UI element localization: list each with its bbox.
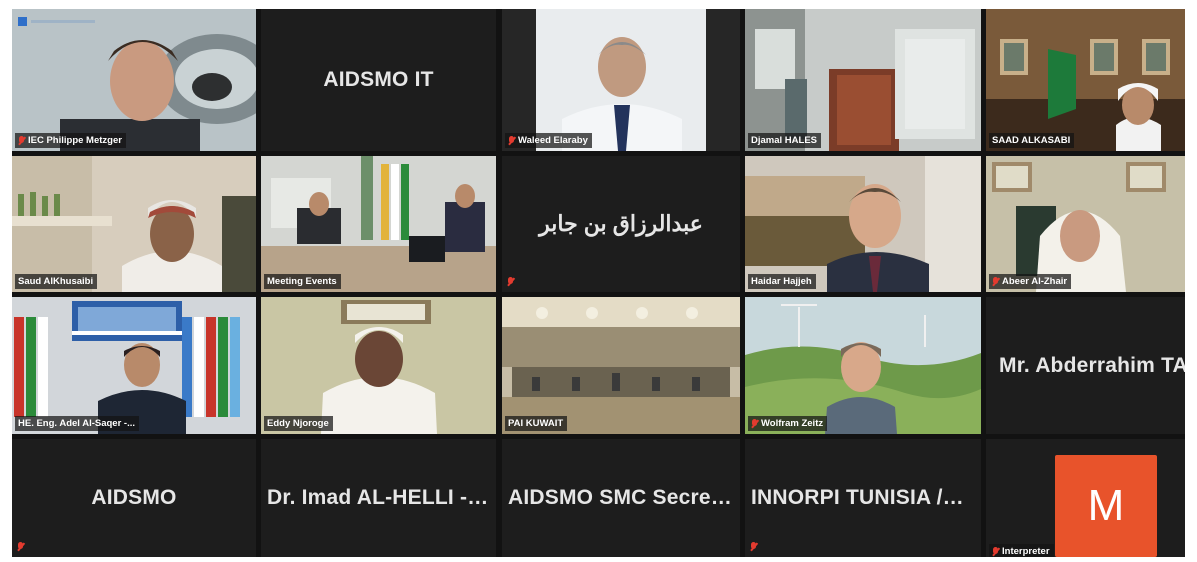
- participant-tile-adel[interactable]: HE. Eng. Adel Al-Saqer -...: [12, 297, 256, 434]
- participant-display-name: AIDSMO IT: [323, 68, 434, 91]
- participant-display-name: AIDSMO: [91, 486, 177, 509]
- participant-tile-djamal[interactable]: Djamal HALES: [745, 9, 981, 151]
- participant-display-name: AIDSMO SMC Secret...: [508, 486, 737, 509]
- participant-display-name: Dr. Imad AL-HELLI - A...: [267, 486, 496, 509]
- participant-name-label: SAAD ALKASABI: [989, 133, 1075, 148]
- avatar: M: [1055, 455, 1157, 557]
- participant-tile-interpreter[interactable]: M Interpreter: [986, 439, 1185, 557]
- muted-mic-icon: [751, 419, 758, 428]
- channel-logo: [18, 17, 95, 26]
- muted-mic-icon: [992, 547, 999, 556]
- participant-display-name: عبدالرزاق بن جابر: [539, 211, 703, 236]
- participant-video: [745, 156, 981, 292]
- participant-tile-haidar[interactable]: Haidar Hajjeh: [745, 156, 981, 292]
- participant-video: [12, 9, 256, 151]
- video-gallery-grid: IEC Philippe Metzger AIDSMO IT Waleed El…: [12, 9, 1185, 557]
- participant-video: [12, 156, 256, 292]
- participant-name-label: Waleed Elaraby: [505, 133, 592, 148]
- participant-tile-pai[interactable]: PAI KUWAIT: [502, 297, 740, 434]
- participant-tile-smc[interactable]: AIDSMO SMC Secret...: [502, 439, 740, 557]
- participant-name-label: PAI KUWAIT: [505, 416, 568, 431]
- participant-name-label: Saud AlKhusaibi: [15, 274, 98, 289]
- participant-video: [12, 297, 256, 434]
- participant-name-label: Abeer Al-Zhair: [989, 274, 1072, 289]
- participant-name-label: Eddy Njoroge: [264, 416, 333, 431]
- muted-mic-icon: [508, 136, 515, 145]
- participant-name-label: Haidar Hajjeh: [748, 274, 816, 289]
- participant-tile-aidsmo[interactable]: AIDSMO: [12, 439, 256, 557]
- participant-video: [502, 9, 740, 151]
- participant-name-label: Djamal HALES: [748, 133, 821, 148]
- participant-video: [986, 9, 1185, 151]
- participant-tile-eddy-active-speaker[interactable]: Eddy Njoroge: [261, 297, 496, 434]
- participant-tile-imad[interactable]: Dr. Imad AL-HELLI - A...: [261, 439, 496, 557]
- muted-mic-icon: [507, 277, 514, 286]
- zoom-gallery-window: IEC Philippe Metzger AIDSMO IT Waleed El…: [12, 9, 1185, 557]
- participant-video: [745, 297, 981, 434]
- participant-video: [986, 156, 1185, 292]
- participant-video: [261, 156, 496, 292]
- participant-tile-aidsmo-it[interactable]: AIDSMO IT: [261, 9, 496, 151]
- muted-mic-icon: [750, 542, 757, 551]
- participant-display-name: Mr. Abderrahim TAI: [999, 353, 1185, 377]
- participant-tile-saud[interactable]: Saud AlKhusaibi: [12, 156, 256, 292]
- participant-video: [261, 297, 496, 434]
- participant-tile-meeting-events[interactable]: Meeting Events: [261, 156, 496, 292]
- participant-tile-wolfram[interactable]: Wolfram Zeitz: [745, 297, 981, 434]
- muted-mic-icon: [18, 136, 25, 145]
- participant-tile-abeer[interactable]: Abeer Al-Zhair: [986, 156, 1185, 292]
- participant-name-label: Wolfram Zeitz: [748, 416, 828, 431]
- participant-tile-arabic[interactable]: عبدالرزاق بن جابر: [502, 156, 740, 292]
- participant-tile-philippe[interactable]: IEC Philippe Metzger: [12, 9, 256, 151]
- participant-name-label: Interpreter: [989, 544, 1054, 557]
- muted-mic-icon: [992, 277, 999, 286]
- participant-tile-waleed[interactable]: Waleed Elaraby: [502, 9, 740, 151]
- participant-video: [502, 297, 740, 434]
- participant-name-label: IEC Philippe Metzger: [15, 133, 126, 148]
- muted-mic-icon: [17, 542, 24, 551]
- participant-tile-abderrahim[interactable]: Mr. Abderrahim TAI: [986, 297, 1185, 434]
- participant-video: [745, 9, 981, 151]
- participant-tile-saad[interactable]: SAAD ALKASABI: [986, 9, 1185, 151]
- participant-tile-innorpi[interactable]: INNORPI TUNISIA /La...: [745, 439, 981, 557]
- participant-display-name: INNORPI TUNISIA /La...: [751, 486, 981, 509]
- participant-name-label: Meeting Events: [264, 274, 341, 289]
- participant-name-label: HE. Eng. Adel Al-Saqer -...: [15, 416, 140, 431]
